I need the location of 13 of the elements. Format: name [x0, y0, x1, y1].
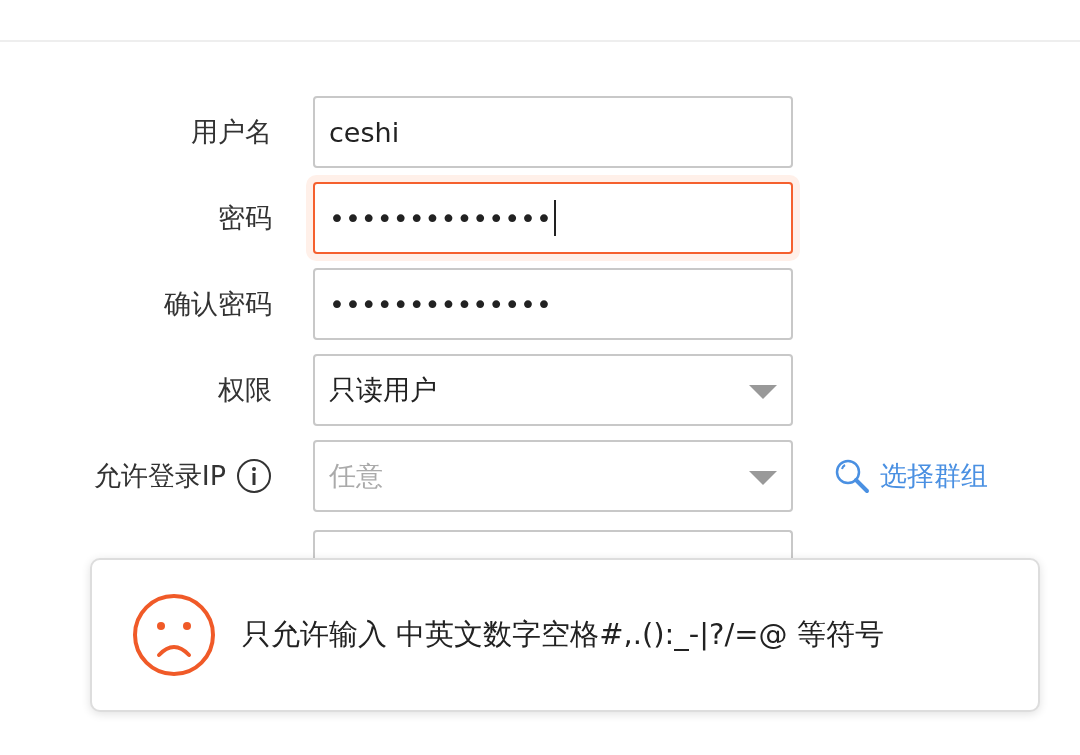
field-label: 用户名: [191, 115, 272, 149]
text-field[interactable]: ceshi: [313, 96, 793, 168]
info-icon[interactable]: [236, 458, 272, 494]
field-label: 权限: [218, 373, 272, 407]
field-label: 允许登录IP: [93, 459, 226, 493]
toast-message: 只允许输入 中英文数字空格#,.():_-|?/=@ 等符号: [242, 616, 884, 653]
dropdown-arrow-icon[interactable]: [749, 385, 777, 399]
dropdown-arrow-icon[interactable]: [749, 471, 777, 485]
field-label: 确认密码: [164, 287, 272, 321]
search-icon: [834, 458, 870, 494]
password-field[interactable]: ••••••••••••••: [313, 268, 793, 340]
dropdown-field[interactable]: 只读用户: [313, 354, 793, 426]
field-label: 密码: [218, 201, 272, 235]
